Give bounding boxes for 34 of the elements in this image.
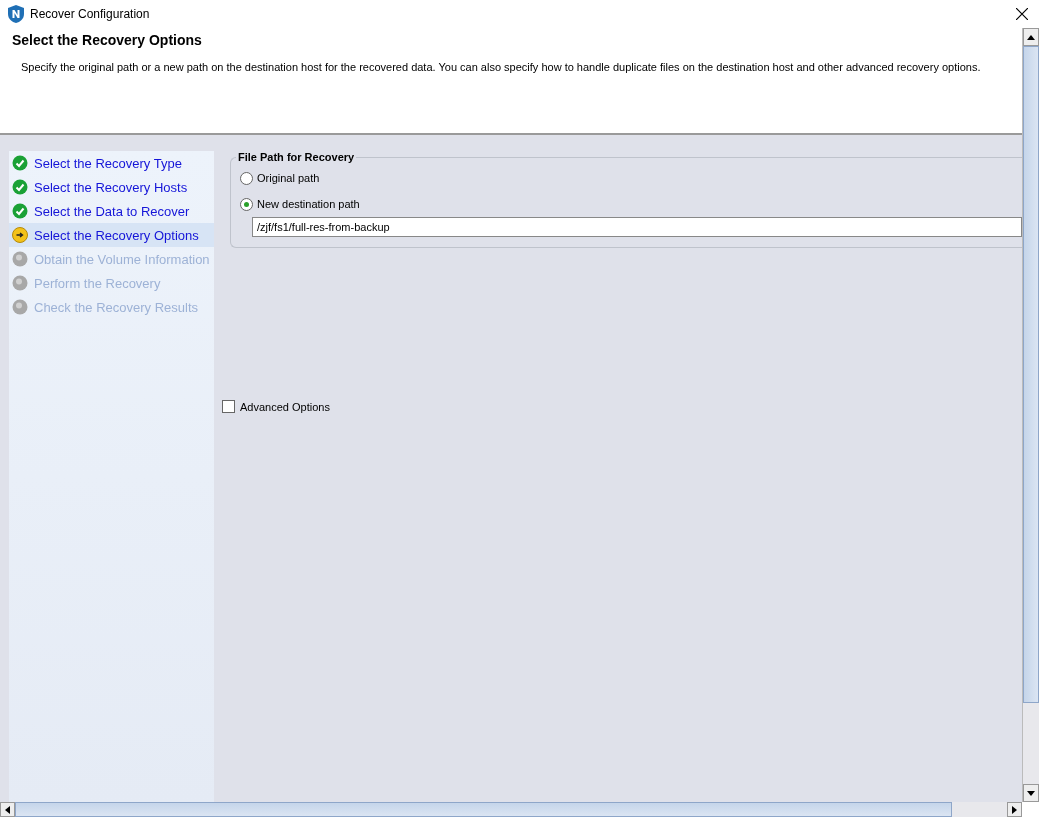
radio-button[interactable] xyxy=(240,197,253,211)
left-arrow-icon xyxy=(5,805,10,814)
check-circle-icon xyxy=(12,155,28,171)
shield-logo-icon xyxy=(8,5,24,23)
scroll-left-button[interactable] xyxy=(0,802,15,817)
checkbox[interactable] xyxy=(222,400,235,413)
page-heading: Select the Recovery Options xyxy=(12,32,203,48)
arrow-circle-icon xyxy=(12,227,28,243)
check-circle-icon xyxy=(12,179,28,195)
wizard-step[interactable]: Select the Recovery Hosts xyxy=(9,175,214,199)
path-input-field[interactable]: /zjf/fs1/full-res-from-backup xyxy=(252,217,1022,237)
right-arrow-icon xyxy=(1012,805,1017,814)
close-icon[interactable] xyxy=(1016,8,1028,20)
page-description: Specify the original path or a new path on the destination host for the recovered data. You can also specify how to handle duplicate files on the destination host and other advanced recovery options. xyxy=(20,61,982,73)
pending-circle-icon xyxy=(12,275,28,291)
vertical-scrollbar[interactable] xyxy=(1022,28,1039,802)
wizard-step[interactable]: Select the Recovery Type xyxy=(9,151,214,175)
radio-label: New destination path xyxy=(257,198,360,210)
up-arrow-icon xyxy=(1027,34,1035,40)
group-title: File Path for Recovery xyxy=(237,151,356,163)
scroll-down-button[interactable] xyxy=(1023,784,1039,802)
wizard-step[interactable]: Select the Recovery Options xyxy=(9,223,214,247)
scroll-up-button[interactable] xyxy=(1023,28,1039,46)
window-title: Recover Configuration xyxy=(30,7,151,21)
check-circle-icon xyxy=(12,203,28,219)
checkbox-label: Advanced Options xyxy=(240,400,330,413)
scroll-right-button[interactable] xyxy=(1007,802,1022,817)
wizard-step[interactable]: Select the Data to Recover xyxy=(9,199,214,223)
pending-circle-icon xyxy=(12,299,28,315)
radio-label: Original path xyxy=(257,172,320,184)
scroll-thumb[interactable] xyxy=(1023,46,1039,703)
down-arrow-icon xyxy=(1027,790,1035,796)
pending-circle-icon xyxy=(12,251,28,267)
radio-button[interactable] xyxy=(240,171,253,185)
